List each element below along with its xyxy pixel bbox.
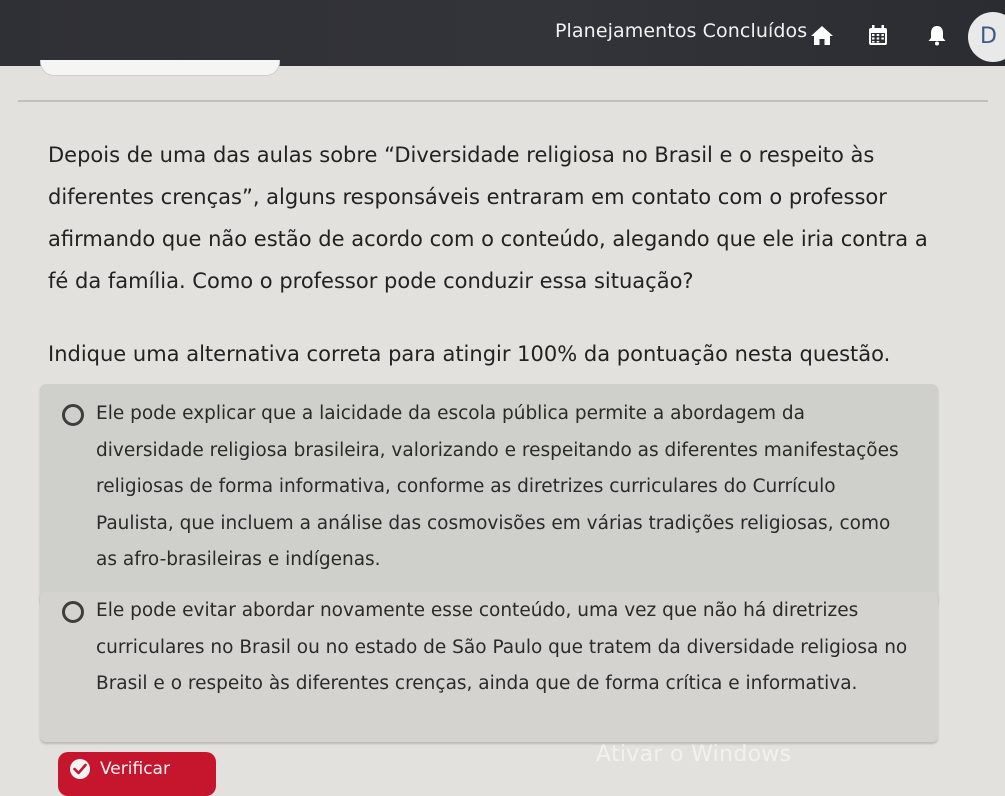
answer-option-1[interactable]: Ele pode explicar que a laicidade da esc…	[40, 384, 938, 604]
avatar-initial: D	[980, 24, 997, 49]
home-icon[interactable]	[810, 24, 834, 46]
verify-button-label: Verificar	[100, 759, 170, 779]
answer-option-text: Ele pode explicar que a laicidade da esc…	[96, 403, 899, 570]
content-divider	[18, 100, 988, 102]
radio-button[interactable]	[62, 601, 84, 623]
top-navigation-bar: Planejamentos Concluídos D	[0, 0, 1005, 66]
calendar-icon[interactable]	[866, 24, 890, 46]
page-title-link[interactable]: Planejamentos Concluídos	[555, 20, 807, 42]
check-circle-icon	[70, 759, 90, 779]
user-avatar[interactable]: D	[968, 12, 1005, 62]
question-instruction: Indique uma alternativa correta para ati…	[48, 342, 891, 366]
answer-option-2[interactable]: Ele pode evitar abordar novamente esse c…	[40, 592, 938, 742]
answer-option-text: Ele pode evitar abordar novamente esse c…	[96, 600, 908, 694]
verify-button[interactable]: Verificar	[58, 752, 216, 796]
radio-button[interactable]	[62, 404, 84, 426]
windows-activation-watermark: Ativar o Windows	[596, 742, 792, 767]
bell-icon[interactable]	[925, 24, 949, 46]
question-text: Depois de uma das aulas sobre “Diversida…	[48, 143, 928, 293]
collapsed-panel-tab[interactable]	[40, 60, 280, 76]
